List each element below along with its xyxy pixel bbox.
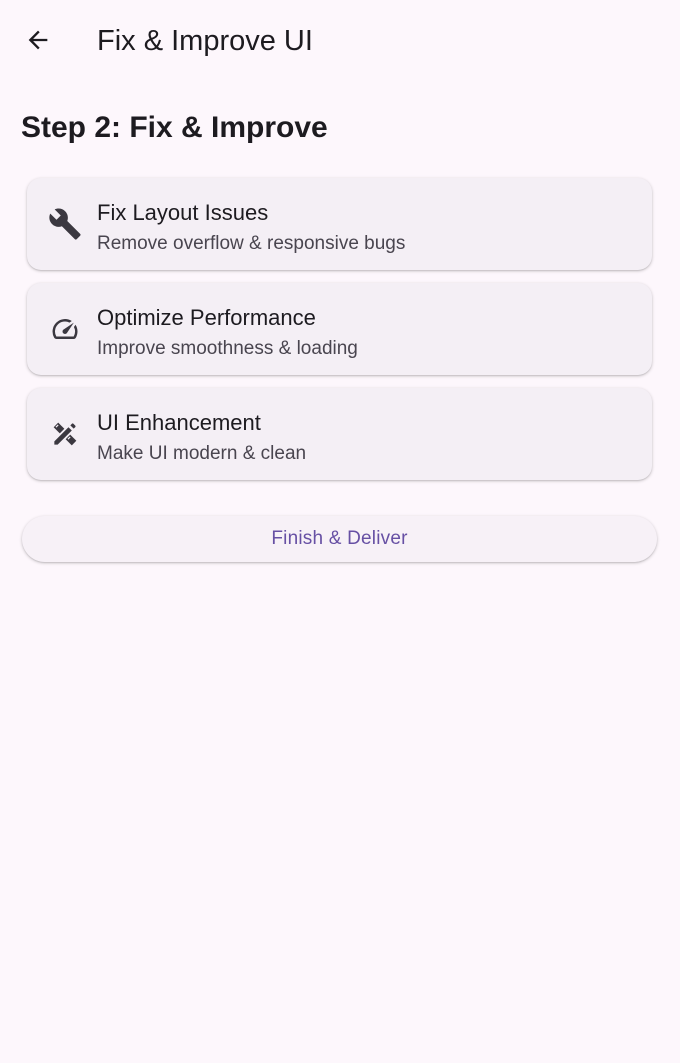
app-bar: Fix & Improve UI — [0, 0, 680, 84]
task-title: Optimize Performance — [97, 305, 316, 330]
task-title: UI Enhancement — [97, 410, 261, 435]
finish-button-label: Finish & Deliver — [271, 528, 408, 549]
speed-gauge-icon — [47, 311, 83, 347]
finish-deliver-button[interactable]: Finish & Deliver — [22, 516, 657, 562]
arrow-back-icon — [24, 26, 52, 59]
task-card-ui-enhancement[interactable]: UI Enhancement Make UI modern & clean — [27, 388, 652, 480]
task-card-fix-layout[interactable]: Fix Layout Issues Remove overflow & resp… — [27, 178, 652, 270]
app-bar-title: Fix & Improve UI — [97, 25, 313, 57]
wrench-icon — [47, 206, 83, 242]
task-subtitle: Improve smoothness & loading — [97, 338, 358, 359]
step-title: Step 2: Fix & Improve — [21, 111, 328, 144]
task-card-optimize-performance[interactable]: Optimize Performance Improve smoothness … — [27, 283, 652, 375]
design-tools-icon — [47, 416, 83, 452]
back-button[interactable] — [16, 20, 60, 64]
task-subtitle: Make UI modern & clean — [97, 443, 307, 464]
task-title: Fix Layout Issues — [97, 200, 269, 225]
task-subtitle: Remove overflow & responsive bugs — [97, 233, 406, 254]
